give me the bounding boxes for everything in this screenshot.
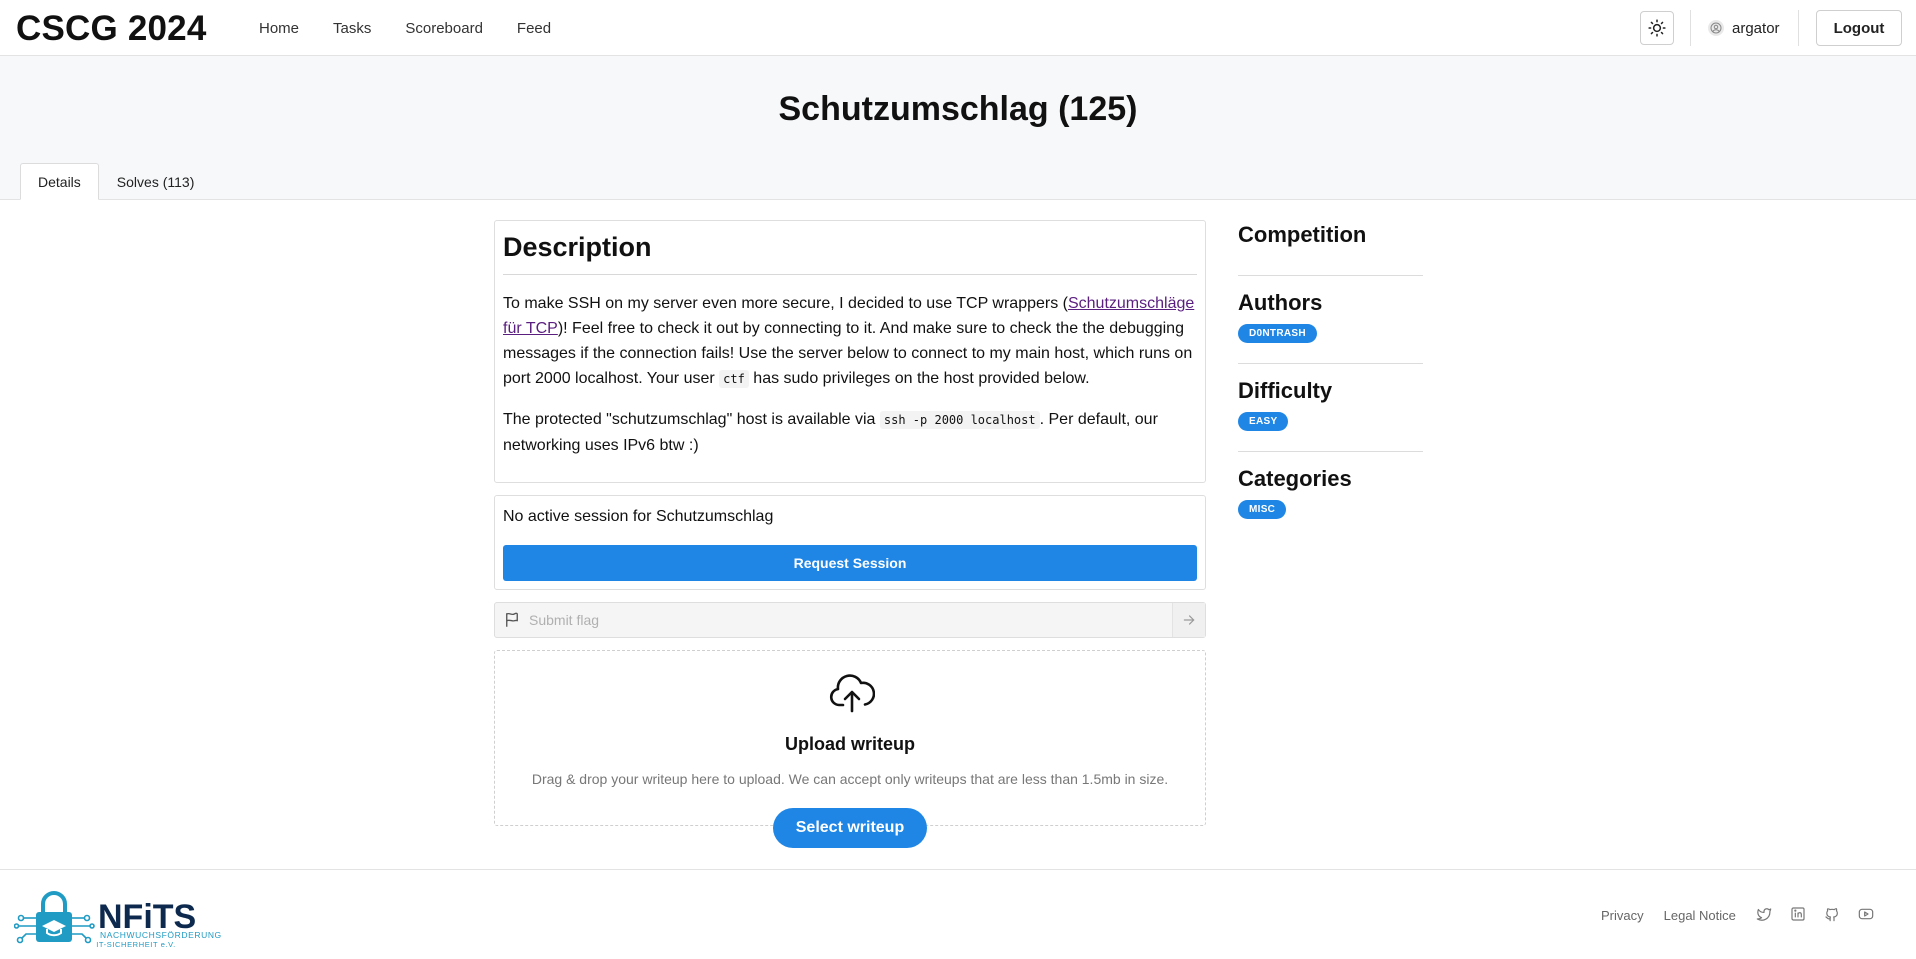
description-heading: Description <box>503 232 1197 275</box>
session-card: No active session for Schutzumschlag Req… <box>494 495 1206 590</box>
categories-section: Categories MISC <box>1238 452 1423 519</box>
padlock-circuit-icon <box>14 891 95 944</box>
select-writeup-button[interactable]: Select writeup <box>773 808 927 848</box>
arrow-right-icon <box>1183 615 1195 625</box>
author-badge[interactable]: D0NTRASH <box>1238 324 1317 343</box>
main-nav: Home Tasks Scoreboard Feed <box>259 0 585 56</box>
difficulty-heading: Difficulty <box>1238 378 1333 403</box>
nav-home-link[interactable]: Home <box>259 20 299 37</box>
footer: NFiTS NACHWUCHSFÖRDERUNG IT-SICHERHEIT e… <box>0 869 1916 959</box>
competition-heading: Competition <box>1238 222 1367 247</box>
social-links <box>1756 906 1874 922</box>
writeup-dropzone[interactable]: Upload writeup Drag & drop your writeup … <box>494 650 1206 826</box>
twitter-icon[interactable] <box>1756 906 1772 922</box>
authors-heading: Authors <box>1238 290 1323 315</box>
difficulty-section: Difficulty EASY <box>1238 364 1423 452</box>
authors-section: Authors D0NTRASH <box>1238 276 1423 364</box>
legal-notice-link[interactable]: Legal Notice <box>1664 908 1736 923</box>
logo-subtitle: IT-SICHERHEIT e.V. <box>96 940 176 948</box>
sun-icon <box>1648 19 1666 37</box>
description-paragraph: The protected "schutzumschlag" host is a… <box>503 407 1197 458</box>
flag-input[interactable] <box>529 603 1172 637</box>
linkedin-icon[interactable] <box>1790 906 1806 922</box>
privacy-link[interactable]: Privacy <box>1601 908 1644 923</box>
header-divider <box>1690 10 1691 46</box>
description-card: Description To make SSH on my server eve… <box>494 220 1206 483</box>
page-title: Schutzumschlag (125) <box>778 90 1138 128</box>
upload-hint: Drag & drop your writeup here to upload.… <box>531 771 1169 787</box>
user-icon <box>1710 22 1722 34</box>
session-status: No active session for Schutzumschlag <box>503 508 774 525</box>
logout-button[interactable]: Logout <box>1816 10 1902 46</box>
description-text: To make SSH on my server even more secur… <box>503 295 1068 312</box>
tab-details[interactable]: Details <box>20 163 99 200</box>
challenge-sidebar: Competition Authors D0NTRASH Difficulty … <box>1238 220 1423 519</box>
challenge-tabs: Details Solves (113) <box>20 163 212 200</box>
github-icon[interactable] <box>1824 906 1840 922</box>
description-text: has sudo privileges on the host provided… <box>748 370 1090 387</box>
category-badge[interactable]: MISC <box>1238 500 1287 519</box>
inline-code: ssh -p 2000 localhost <box>879 411 1040 429</box>
header-divider <box>1798 10 1799 46</box>
competition-section: Competition <box>1238 220 1423 276</box>
theme-toggle-button[interactable] <box>1640 11 1674 45</box>
nav-tasks-link[interactable]: Tasks <box>333 20 371 37</box>
difficulty-badge: EASY <box>1238 412 1289 431</box>
inline-code: ctf <box>719 370 749 388</box>
flag-form <box>494 602 1206 638</box>
flag-icon <box>495 611 529 629</box>
avatar <box>1708 20 1724 36</box>
request-session-button[interactable]: Request Session <box>503 545 1197 581</box>
nav-scoreboard-link[interactable]: Scoreboard <box>405 20 483 37</box>
upload-title: Upload writeup <box>785 734 915 754</box>
cloud-upload-icon <box>829 674 875 713</box>
challenge-hero: Schutzumschlag (125) Details Solves (113… <box>0 56 1916 200</box>
youtube-icon[interactable] <box>1858 906 1874 922</box>
description-paragraph: To make SSH on my server even more secur… <box>503 291 1197 392</box>
user-menu[interactable]: argator <box>1708 0 1780 56</box>
submit-flag-button[interactable] <box>1172 603 1205 637</box>
brand-title[interactable]: CSCG 2024 <box>16 9 207 49</box>
tab-solves[interactable]: Solves (113) <box>99 163 213 200</box>
top-navbar: CSCG 2024 Home Tasks Scoreboard Feed arg… <box>0 0 1916 56</box>
description-text: The protected "schutzumschlag" host is a… <box>503 411 880 428</box>
footer-links: Privacy Legal Notice <box>1601 908 1736 923</box>
categories-heading: Categories <box>1238 466 1352 491</box>
logo-subtitle: NACHWUCHSFÖRDERUNG <box>100 930 222 940</box>
nav-feed-link[interactable]: Feed <box>517 20 551 37</box>
nfits-logo[interactable]: NFiTS NACHWUCHSFÖRDERUNG IT-SICHERHEIT e… <box>14 886 236 948</box>
username-label: argator <box>1732 19 1780 37</box>
